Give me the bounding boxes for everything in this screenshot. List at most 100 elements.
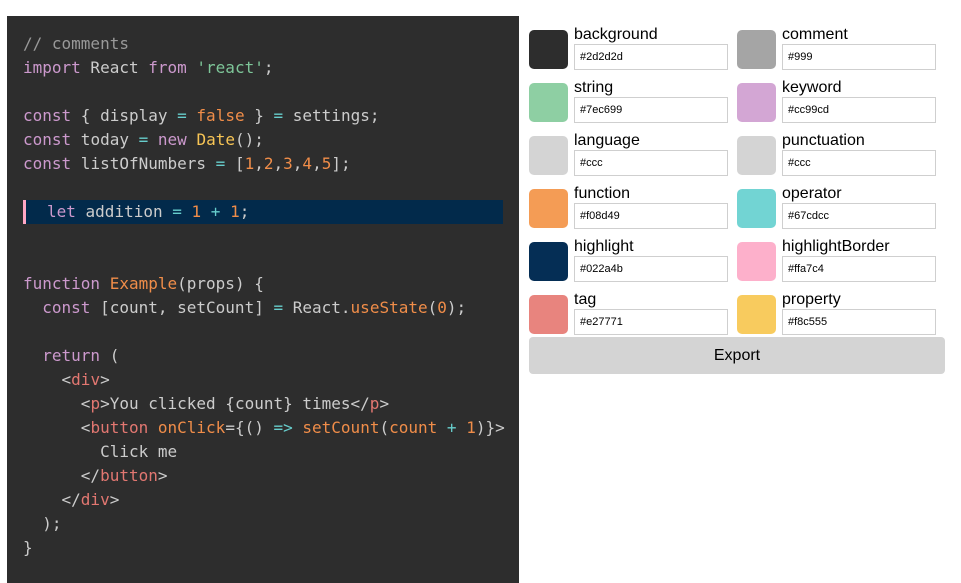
code-line: </button>	[23, 464, 505, 488]
color-entry-language: language	[529, 130, 729, 176]
code-token-language: )}>	[475, 418, 505, 437]
code-token-language: </	[23, 466, 101, 485]
color-label-property: property	[782, 291, 841, 308]
code-token-language: <	[23, 370, 72, 389]
color-swatch-keyword[interactable]	[737, 83, 776, 122]
code-token-function: 1	[191, 202, 202, 221]
code-token-operator: =	[138, 130, 149, 149]
code-line: Click me	[23, 440, 505, 464]
code-line: const [count, setCount] = React.useState…	[23, 296, 505, 320]
code-token-function: onClick	[157, 418, 226, 437]
color-swatch-highlightBorder[interactable]	[737, 242, 776, 281]
code-token-operator: =	[273, 106, 284, 125]
code-token-language: ,	[273, 154, 284, 173]
color-entry-highlight: highlight	[529, 236, 729, 282]
code-token-property: Date	[196, 130, 235, 149]
color-label-keyword: keyword	[782, 79, 842, 96]
color-input-tag[interactable]	[574, 309, 728, 335]
code-token-language	[148, 418, 158, 437]
color-input-highlight[interactable]	[574, 256, 728, 282]
color-input-punctuation[interactable]	[782, 150, 936, 176]
code-line: <div>	[23, 368, 505, 392]
code-token-language: ,	[254, 154, 264, 173]
code-line: );	[23, 512, 505, 536]
code-token-language: >	[157, 466, 168, 485]
code-token-comment: // comments	[23, 34, 129, 53]
color-swatch-comment[interactable]	[737, 30, 776, 69]
code-token-keyword: const	[23, 154, 72, 173]
code-token-language: );	[446, 298, 467, 317]
code-token-tag: div	[71, 370, 101, 389]
code-token-function: false	[196, 106, 245, 125]
code-token-function: Example	[109, 274, 178, 293]
color-input-background[interactable]	[574, 44, 728, 70]
code-token-function: setCount	[302, 418, 380, 437]
code-token-language: settings;	[283, 106, 380, 125]
code-token-language: [count, setCount]	[90, 298, 274, 317]
color-label-function: function	[574, 185, 631, 202]
color-label-tag: tag	[574, 291, 597, 308]
code-token-language: today	[71, 130, 139, 149]
code-token-function: 0	[437, 298, 447, 317]
code-token-language	[457, 418, 467, 437]
code-line: </div>	[23, 488, 505, 512]
code-token-tag: div	[80, 490, 110, 509]
code-token-keyword: const	[23, 106, 72, 125]
color-entry-string: string	[529, 77, 729, 123]
code-token-language	[293, 418, 303, 437]
color-entry-function: function	[529, 183, 729, 229]
code-token-language	[187, 130, 197, 149]
code-token-language: }	[244, 106, 274, 125]
code-token-language: ];	[331, 154, 351, 173]
color-swatch-string[interactable]	[529, 83, 568, 122]
code-token-language: >	[100, 370, 110, 389]
color-entry-keyword: keyword	[737, 77, 937, 123]
code-token-language: (props) {	[177, 274, 264, 293]
code-token-keyword: function	[23, 274, 101, 293]
color-swatch-operator[interactable]	[737, 189, 776, 228]
color-input-operator[interactable]	[782, 203, 936, 229]
code-line: const { display = false } = settings;	[23, 104, 505, 128]
code-line: const listOfNumbers = [1,2,3,4,5];	[23, 152, 505, 176]
code-token-language: );	[23, 514, 62, 533]
export-button[interactable]: Export	[529, 337, 945, 374]
code-token-language: }	[23, 538, 33, 557]
color-input-property[interactable]	[782, 309, 936, 335]
code-token-language: [	[225, 154, 245, 173]
code-token-language: <	[23, 394, 91, 413]
code-token-operator: =>	[273, 418, 293, 437]
color-input-string[interactable]	[574, 97, 728, 123]
code-token-operator: +	[210, 202, 221, 221]
color-input-language[interactable]	[574, 150, 728, 176]
color-swatch-highlight[interactable]	[529, 242, 568, 281]
code-token-operator: =	[273, 298, 284, 317]
code-token-language	[23, 298, 42, 317]
color-swatch-background[interactable]	[529, 30, 568, 69]
color-swatch-function[interactable]	[529, 189, 568, 228]
code-line: }	[23, 536, 505, 560]
code-token-string: 'react'	[196, 58, 264, 77]
color-swatch-property[interactable]	[737, 295, 776, 334]
code-token-tag: p	[369, 394, 380, 413]
color-label-background: background	[574, 26, 658, 43]
color-label-operator: operator	[782, 185, 842, 202]
code-token-tag: button	[100, 466, 158, 485]
color-input-function[interactable]	[574, 203, 728, 229]
color-swatch-punctuation[interactable]	[737, 136, 776, 175]
code-line: return (	[23, 344, 505, 368]
code-token-language: (	[379, 418, 390, 437]
color-swatch-tag[interactable]	[529, 295, 568, 334]
color-label-string: string	[574, 79, 614, 96]
color-input-highlightBorder[interactable]	[782, 256, 936, 282]
code-line: import React from 'react';	[23, 56, 505, 80]
color-label-comment: comment	[782, 26, 848, 43]
code-line: const today = new Date();	[23, 128, 505, 152]
color-input-comment[interactable]	[782, 44, 936, 70]
color-input-keyword[interactable]	[782, 97, 936, 123]
color-swatch-language[interactable]	[529, 136, 568, 175]
code-block: // comments import React from 'react'; con…	[23, 32, 505, 560]
